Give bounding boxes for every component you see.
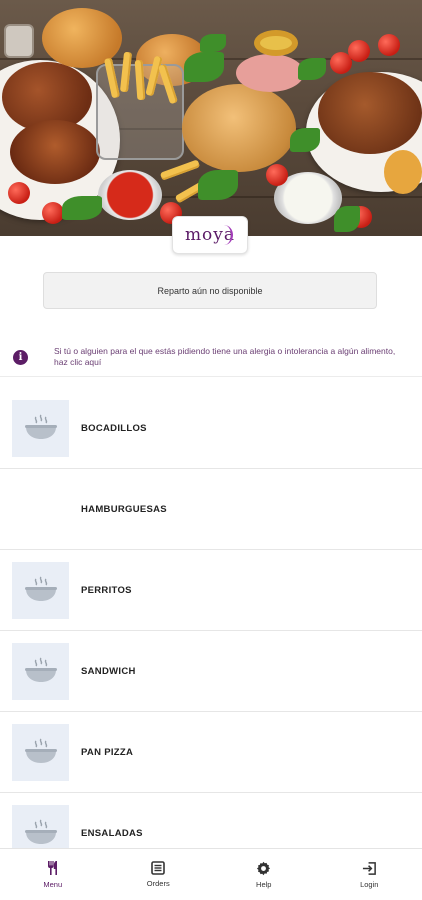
chicken-pieces	[318, 72, 422, 154]
parsley	[198, 170, 238, 200]
category-thumbnail	[12, 723, 69, 781]
food-bowl-icon	[24, 657, 57, 682]
hero-food-image	[0, 0, 422, 236]
nav-item-login[interactable]: Login	[317, 849, 422, 900]
nav-item-help[interactable]: Help	[211, 849, 317, 900]
allergy-text: Si tú o alguien para el que estás pidien…	[54, 346, 396, 367]
fry	[159, 159, 201, 181]
category-row[interactable]: HAMBURGUESAS	[0, 469, 422, 550]
logo-swoosh	[215, 225, 233, 245]
category-list: BOCADILLOS HAMBURGUESAS PERRITOS SANDWICH PA…	[0, 388, 422, 874]
bottom-nav: Menu Orders Help Login	[0, 848, 422, 900]
delivery-status-label: Reparto aún no disponible	[157, 285, 263, 296]
chicken-wings	[10, 120, 100, 184]
burger-bun	[182, 84, 296, 172]
category-thumbnail	[12, 642, 69, 700]
lettuce	[184, 52, 224, 82]
category-row[interactable]: PAN PIZZA	[0, 712, 422, 793]
onion-ring	[254, 30, 298, 56]
tomato	[266, 164, 288, 186]
category-thumbnail	[12, 399, 69, 457]
ketchup-bowl	[98, 170, 162, 220]
parsley	[290, 128, 320, 152]
spice-jar	[4, 24, 34, 58]
delivery-status-button[interactable]: Reparto aún no disponible	[43, 272, 377, 309]
category-label: PERRITOS	[81, 584, 132, 596]
parsley	[200, 34, 226, 52]
nav-label-orders: Orders	[146, 879, 170, 888]
allergy-notice[interactable]: i Si tú o alguien para el que estás pidi…	[0, 340, 422, 377]
category-row[interactable]: PERRITOS	[0, 550, 422, 631]
fork-knife-icon	[47, 861, 57, 875]
parsley	[298, 58, 326, 80]
gear-icon	[257, 861, 271, 875]
nav-label-help: Help	[256, 879, 272, 889]
food-bowl-icon	[24, 738, 57, 763]
category-label: BOCADILLOS	[81, 422, 147, 434]
parsley	[334, 206, 360, 232]
tomato	[348, 40, 370, 62]
category-label: HAMBURGUESAS	[81, 503, 167, 515]
category-thumbnail	[12, 561, 69, 619]
tomato	[8, 182, 30, 204]
tomato	[378, 34, 400, 56]
nuggets	[384, 150, 422, 194]
food-bowl-icon	[24, 414, 57, 439]
info-icon: i	[13, 350, 28, 365]
category-row[interactable]: BOCADILLOS	[0, 388, 422, 469]
food-bowl-icon	[24, 576, 57, 601]
nav-label-login: Login	[360, 879, 379, 889]
tomato	[42, 202, 64, 224]
category-label: ENSALADAS	[81, 827, 143, 839]
food-bowl-icon	[24, 819, 57, 844]
nav-label-menu: Menu	[43, 880, 63, 889]
login-icon	[362, 861, 376, 875]
parsley	[62, 196, 102, 220]
nav-item-orders[interactable]: Orders	[106, 849, 212, 900]
category-row[interactable]: SANDWICH	[0, 631, 422, 712]
category-label: PAN PIZZA	[81, 746, 134, 758]
restaurant-logo: moya	[172, 216, 248, 254]
nav-item-menu[interactable]: Menu	[0, 849, 106, 900]
receipt-icon	[151, 861, 166, 875]
ham	[236, 54, 304, 92]
category-label: SANDWICH	[81, 665, 136, 677]
